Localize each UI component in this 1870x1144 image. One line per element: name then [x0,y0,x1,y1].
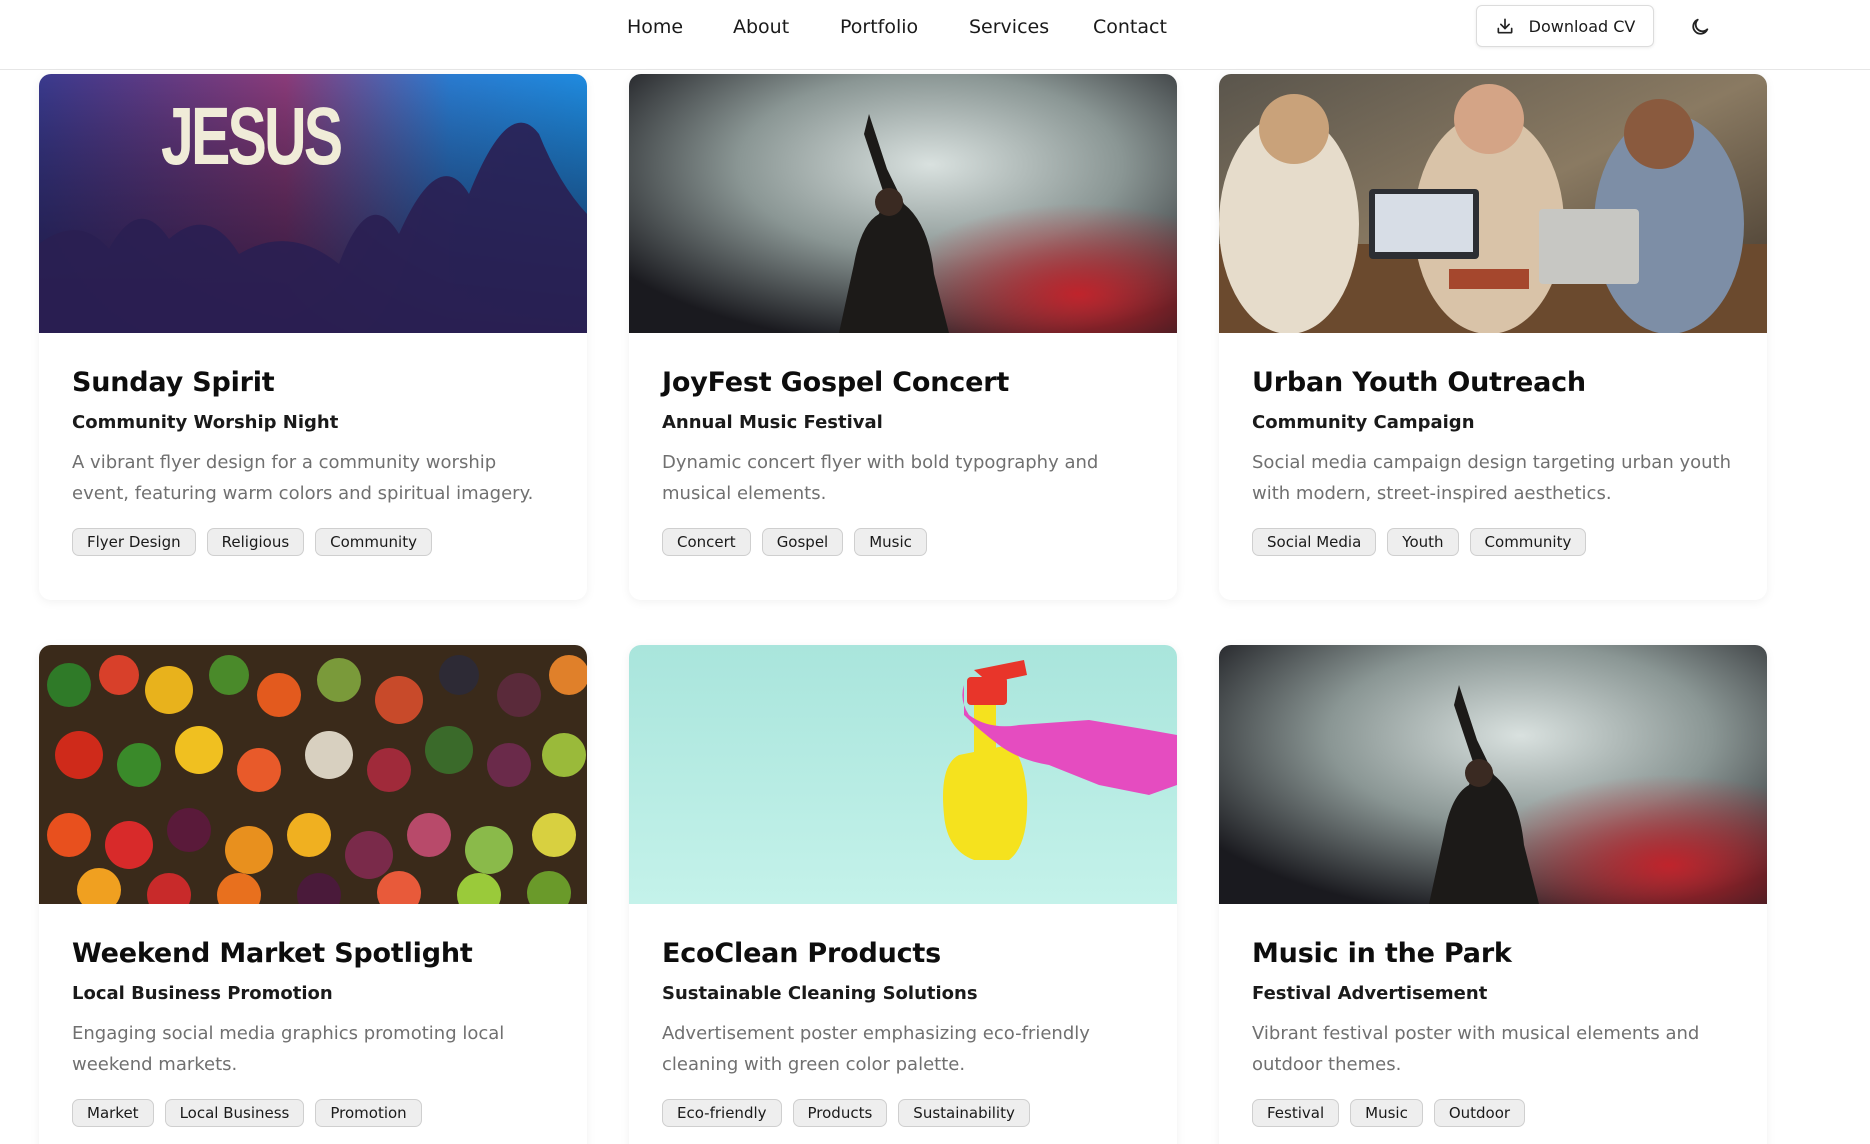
tag[interactable]: Music [1350,1099,1423,1127]
project-title: EcoClean Products [662,938,942,969]
project-title: JoyFest Gospel Concert [662,367,1010,398]
project-card-music-in-the-park[interactable]: Music in the Park Festival Advertisement… [1219,645,1767,1144]
project-subtitle: Community Worship Night [72,412,339,433]
project-image [629,74,1177,333]
tag[interactable]: Sustainability [898,1099,1030,1127]
tag[interactable]: Community [315,528,432,556]
project-title: Sunday Spirit [72,367,275,398]
project-card-sunday-spirit[interactable]: JESUS Sunday Spirit Community Worship Ni… [39,74,587,600]
tag[interactable]: Products [792,1099,888,1127]
project-image [1219,74,1767,333]
tag[interactable]: Concert [662,528,751,556]
tag[interactable]: Promotion [315,1099,422,1127]
tag[interactable]: Market [72,1099,154,1127]
tag-list: Social Media Youth Community [1252,528,1734,556]
project-card-ecoclean[interactable]: EcoClean Products Sustainable Cleaning S… [629,645,1177,1144]
project-subtitle: Community Campaign [1252,412,1475,433]
project-description: A vibrant flyer design for a community w… [72,452,534,504]
project-image [629,645,1177,904]
project-card-urban-youth[interactable]: Urban Youth Outreach Community Campaign … [1219,74,1767,600]
project-subtitle: Annual Music Festival [662,412,883,433]
tag[interactable]: Outdoor [1433,1099,1526,1127]
project-image [39,645,587,904]
tag-list: Market Local Business Promotion [72,1099,554,1127]
project-description: Engaging social media graphics promoting… [72,1023,505,1075]
project-card-joyfest[interactable]: JoyFest Gospel Concert Annual Music Fest… [629,74,1177,600]
project-title: Urban Youth Outreach [1252,367,1586,398]
tag[interactable]: Youth [1387,528,1459,556]
jesus-image-text: JESUS [161,91,343,182]
tag-list: Festival Music Outdoor [1252,1099,1734,1127]
project-title: Weekend Market Spotlight [72,938,473,969]
tag[interactable]: Gospel [761,528,844,556]
tag[interactable]: Community [1469,528,1587,556]
project-image [1219,645,1767,904]
tag[interactable]: Religious [206,528,305,556]
project-image: JESUS [39,74,587,333]
tag[interactable]: Eco-friendly [662,1099,782,1127]
tag-list: Flyer Design Religious Community [72,528,554,556]
tag[interactable]: Music [854,528,927,556]
tag[interactable]: Social Media [1252,528,1377,556]
tag-list: Concert Gospel Music [662,528,1144,556]
project-description: Vibrant festival poster with musical ele… [1252,1023,1700,1075]
project-title: Music in the Park [1252,938,1512,969]
project-description: Dynamic concert flyer with bold typograp… [662,452,1099,504]
tag[interactable]: Flyer Design [72,528,196,556]
tag[interactable]: Festival [1252,1099,1340,1127]
tag[interactable]: Local Business [164,1099,305,1127]
project-card-weekend-market[interactable]: Weekend Market Spotlight Local Business … [39,645,587,1144]
project-description: Social media campaign design targeting u… [1252,452,1732,504]
project-subtitle: Local Business Promotion [72,983,333,1004]
project-description: Advertisement poster emphasizing eco-fri… [662,1023,1090,1075]
project-subtitle: Sustainable Cleaning Solutions [662,983,978,1004]
portfolio-grid: JESUS Sunday Spirit Community Worship Ni… [0,0,1870,1144]
project-subtitle: Festival Advertisement [1252,983,1488,1004]
tag-list: Eco-friendly Products Sustainability [662,1099,1144,1127]
